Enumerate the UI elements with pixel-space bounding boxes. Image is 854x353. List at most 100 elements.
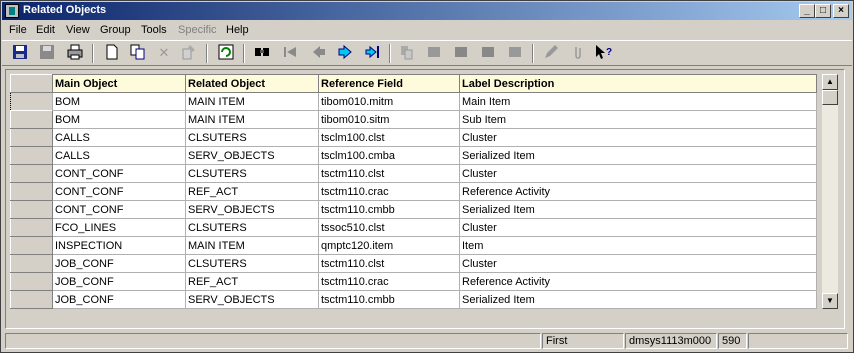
cell-main-object[interactable]: JOB_CONF	[52, 272, 186, 291]
table-row[interactable]: FCO_LINES CLSUTERS tssoc510.clst Cluster	[10, 218, 817, 237]
save-exit-icon[interactable]	[11, 44, 29, 62]
cell-related-object[interactable]: MAIN ITEM	[185, 110, 319, 129]
last-record-icon[interactable]	[364, 44, 382, 62]
cell-reference-field[interactable]: tsclm100.clst	[318, 128, 460, 147]
cell-related-object[interactable]: CLSUTERS	[185, 128, 319, 147]
row-selector[interactable]	[10, 218, 53, 237]
cell-main-object[interactable]: BOM	[52, 92, 186, 111]
column-header-reference-field[interactable]: Reference Field	[318, 74, 460, 93]
row-selector[interactable]	[10, 290, 53, 309]
cell-label-description[interactable]: Cluster	[459, 164, 817, 183]
table-row[interactable]: BOM MAIN ITEM tibom010.sitm Sub Item	[10, 110, 817, 129]
cell-related-object[interactable]: SERV_OBJECTS	[185, 146, 319, 165]
cell-related-object[interactable]: CLSUTERS	[185, 164, 319, 183]
table-row[interactable]: CALLS SERV_OBJECTS tsclm100.cmba Serialized…	[10, 146, 817, 165]
table-row[interactable]: CONT_CONF REF_ACT tsctm110.crac Reference A…	[10, 182, 817, 201]
cell-main-object[interactable]: CALLS	[52, 128, 186, 147]
row-selector[interactable]	[10, 92, 53, 111]
help-pointer-icon[interactable]: ?	[595, 44, 613, 62]
menu-group[interactable]: Group	[100, 24, 131, 36]
row-selector[interactable]	[10, 128, 53, 147]
cell-reference-field[interactable]: tibom010.sitm	[318, 110, 460, 129]
maximize-button[interactable]: □	[815, 4, 831, 18]
cell-main-object[interactable]: CALLS	[52, 146, 186, 165]
close-button[interactable]: ×	[833, 4, 849, 18]
row-selector[interactable]	[10, 182, 53, 201]
row-selector[interactable]	[10, 236, 53, 255]
title-bar[interactable]: Related Objects _ □ ×	[2, 2, 852, 20]
menu-help[interactable]: Help	[226, 24, 249, 36]
cell-label-description[interactable]: Cluster	[459, 128, 817, 147]
cell-related-object[interactable]: MAIN ITEM	[185, 236, 319, 255]
cell-related-object[interactable]: SERV_OBJECTS	[185, 200, 319, 219]
next-record-icon[interactable]	[336, 44, 354, 62]
cell-related-object[interactable]: CLSUTERS	[185, 254, 319, 273]
column-header-label-description[interactable]: Label Description	[459, 74, 817, 93]
table-row[interactable]: JOB_CONF SERV_OBJECTS tsctm110.cmbb Seriali…	[10, 290, 817, 309]
menu-view[interactable]: View	[66, 24, 90, 36]
row-selector[interactable]	[10, 146, 53, 165]
cell-main-object[interactable]: CONT_CONF	[52, 182, 186, 201]
cell-label-description[interactable]: Item	[459, 236, 817, 255]
table-row[interactable]: JOB_CONF CLSUTERS tsctm110.clst Cluster	[10, 254, 817, 273]
cell-reference-field[interactable]: qmptc120.item	[318, 236, 460, 255]
cell-reference-field[interactable]: tsctm110.cmbb	[318, 290, 460, 309]
cell-main-object[interactable]: JOB_CONF	[52, 254, 186, 273]
row-selector[interactable]	[10, 164, 53, 183]
cell-related-object[interactable]: SERV_OBJECTS	[185, 290, 319, 309]
scroll-down-button[interactable]: ▼	[822, 293, 838, 309]
copy-icon[interactable]	[129, 44, 147, 62]
row-selector[interactable]	[10, 272, 53, 291]
cell-label-description[interactable]: Main Item	[459, 92, 817, 111]
scroll-up-button[interactable]: ▲	[822, 74, 838, 90]
table-row[interactable]: CONT_CONF CLSUTERS tsctm110.clst Cluster	[10, 164, 817, 183]
table-row[interactable]: CONT_CONF SERV_OBJECTS tsctm110.cmbb Serial…	[10, 200, 817, 219]
table-row[interactable]: JOB_CONF REF_ACT tsctm110.crac Reference Ac…	[10, 272, 817, 291]
minimize-button[interactable]: _	[799, 4, 815, 18]
scroll-thumb[interactable]	[822, 90, 838, 105]
menu-tools[interactable]: Tools	[141, 24, 167, 36]
cell-main-object[interactable]: BOM	[52, 110, 186, 129]
cell-reference-field[interactable]: tsclm100.cmba	[318, 146, 460, 165]
row-selector[interactable]	[10, 254, 53, 273]
print-icon[interactable]	[66, 44, 84, 62]
cell-reference-field[interactable]: tsctm110.crac	[318, 182, 460, 201]
cell-label-description[interactable]: Reference Activity	[459, 272, 817, 291]
vertical-scrollbar[interactable]: ▲ ▼	[822, 74, 838, 309]
cell-related-object[interactable]: REF_ACT	[185, 272, 319, 291]
cell-reference-field[interactable]: tsctm110.crac	[318, 272, 460, 291]
cell-main-object[interactable]: INSPECTION	[52, 236, 186, 255]
table-row[interactable]: INSPECTION MAIN ITEM qmptc120.item Item	[10, 236, 817, 255]
cell-related-object[interactable]: MAIN ITEM	[185, 92, 319, 111]
cell-label-description[interactable]: Sub Item	[459, 110, 817, 129]
select-all-corner[interactable]	[10, 74, 53, 93]
cell-reference-field[interactable]: tibom010.mitm	[318, 92, 460, 111]
cell-reference-field[interactable]: tsctm110.cmbb	[318, 200, 460, 219]
find-icon[interactable]	[253, 44, 271, 62]
cell-reference-field[interactable]: tssoc510.clst	[318, 218, 460, 237]
refresh-icon[interactable]	[217, 44, 235, 62]
table-row[interactable]: CALLS CLSUTERS tsclm100.clst Cluster	[10, 128, 817, 147]
row-selector[interactable]	[10, 110, 53, 129]
app-icon[interactable]	[5, 4, 19, 18]
menu-edit[interactable]: Edit	[36, 24, 55, 36]
cell-main-object[interactable]: FCO_LINES	[52, 218, 186, 237]
cell-label-description[interactable]: Serialized Item	[459, 200, 817, 219]
column-header-main-object[interactable]: Main Object	[52, 74, 186, 93]
menu-file[interactable]: File	[9, 24, 27, 36]
cell-main-object[interactable]: JOB_CONF	[52, 290, 186, 309]
cell-main-object[interactable]: CONT_CONF	[52, 164, 186, 183]
table-row[interactable]: BOM MAIN ITEM tibom010.mitm Main Item	[10, 92, 817, 111]
cell-reference-field[interactable]: tsctm110.clst	[318, 254, 460, 273]
cell-label-description[interactable]: Reference Activity	[459, 182, 817, 201]
cell-label-description[interactable]: Cluster	[459, 254, 817, 273]
cell-label-description[interactable]: Serialized Item	[459, 146, 817, 165]
cell-reference-field[interactable]: tsctm110.clst	[318, 164, 460, 183]
cell-related-object[interactable]: REF_ACT	[185, 182, 319, 201]
column-header-related-object[interactable]: Related Object	[185, 74, 319, 93]
row-selector[interactable]	[10, 200, 53, 219]
cell-label-description[interactable]: Cluster	[459, 218, 817, 237]
new-document-icon[interactable]	[103, 44, 121, 62]
cell-main-object[interactable]: CONT_CONF	[52, 200, 186, 219]
cell-related-object[interactable]: CLSUTERS	[185, 218, 319, 237]
